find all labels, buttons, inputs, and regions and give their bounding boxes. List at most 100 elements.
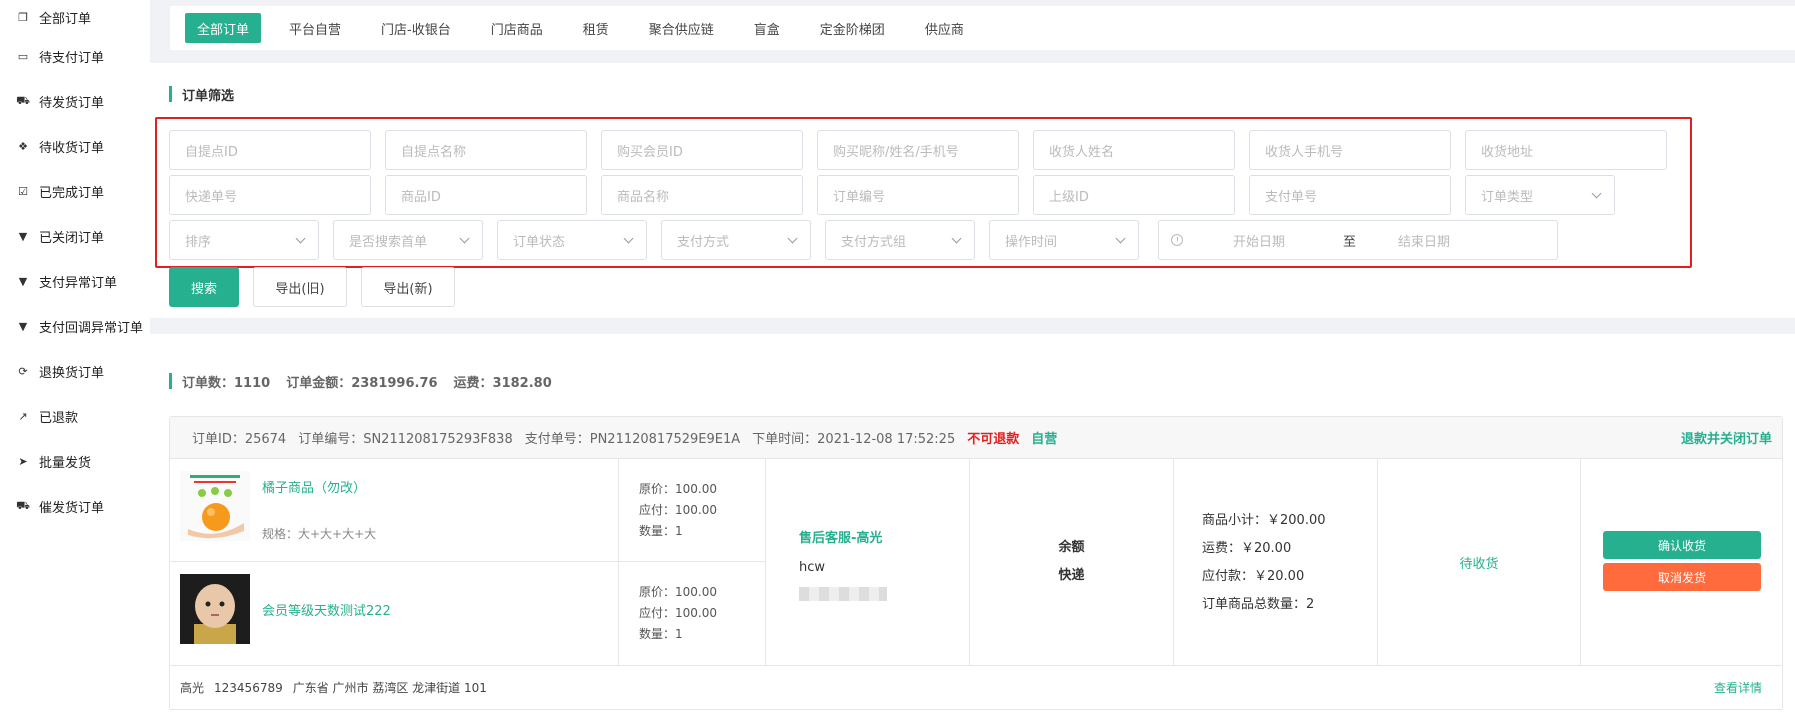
card-icon: ▭ <box>17 50 29 63</box>
tab-lease[interactable]: 租赁 <box>571 13 621 43</box>
order-id: 订单ID：25674 <box>192 432 287 447</box>
receiver-address: 广东省 广州市 荔湾区 龙津街道 101 <box>292 681 487 695</box>
sidebar-item-closed[interactable]: ▼ 已关闭订单 <box>0 214 150 259</box>
payable-price: 应付：100.00 <box>639 503 717 517</box>
member-id-input[interactable]: 购买会员ID <box>601 130 803 170</box>
operation-time-select[interactable]: 操作时间 <box>989 220 1139 260</box>
sidebar-item-label: 已关闭订单 <box>39 231 105 246</box>
product-id-input[interactable]: 商品ID <box>385 175 587 215</box>
filter-panel: 订单筛选 自提点ID 自提点名称 购买会员ID 购买昵称/姓名/手机号 收货人姓… <box>150 63 1795 318</box>
blurred-phone <box>799 587 887 601</box>
sidebar-item-returns[interactable]: ⟳ 退换货订单 <box>0 349 150 394</box>
sidebar-item-label: 已退款 <box>39 411 79 426</box>
receiver-name: 高光 <box>180 681 205 695</box>
search-button[interactable]: 搜索 <box>169 267 239 307</box>
product-name-link[interactable]: 橘子商品（勿改） <box>262 477 366 496</box>
tab-blind-box[interactable]: 盲盒 <box>742 13 792 43</box>
date-range-picker[interactable]: 开始日期 至 结束日期 <box>1158 220 1558 260</box>
product-price-cell: 原价：100.00 应付：100.00 数量：1 <box>618 562 766 665</box>
original-price: 原价：100.00 <box>639 585 717 599</box>
tab-supplier[interactable]: 供应商 <box>913 13 976 43</box>
cancel-shipment-button[interactable]: 取消发货 <box>1603 563 1761 591</box>
view-detail-link[interactable]: 查看详情 <box>1714 679 1762 696</box>
pickup-id-input[interactable]: 自提点ID <box>169 130 371 170</box>
dropbox-icon: ❖ <box>18 140 28 153</box>
tab-platform-self[interactable]: 平台自营 <box>277 13 353 43</box>
receiver-phone-input[interactable]: 收货人手机号 <box>1249 130 1451 170</box>
product-name-link[interactable]: 会员等级天数测试222 <box>262 600 391 619</box>
export-new-button[interactable]: 导出(新) <box>361 267 455 307</box>
tab-deposit-group[interactable]: 定金阶梯团 <box>808 13 897 43</box>
sidebar-item-payment-error[interactable]: ▼ 支付异常订单 <box>0 259 150 304</box>
order-no-input[interactable]: 订单编号 <box>817 175 1019 215</box>
tab-store-cashier[interactable]: 门店-收银台 <box>369 13 463 43</box>
order-type-select[interactable]: 订单类型 <box>1465 175 1615 215</box>
actions-cell: 确认收货 取消发货 <box>1581 459 1782 665</box>
cup-icon: ▼ <box>18 230 28 243</box>
pay-no-input[interactable]: 支付单号 <box>1249 175 1451 215</box>
sidebar-item-label: 待发货订单 <box>39 96 105 111</box>
product-spec: 规格：大+大+大+大 <box>262 527 377 541</box>
receiver-address-input[interactable]: 收货地址 <box>1465 130 1667 170</box>
copy-icon: ❐ <box>18 10 28 24</box>
product-row: 会员等级天数测试222 <box>170 562 618 665</box>
sidebar-item-completed[interactable]: ☑ 已完成订单 <box>0 169 150 214</box>
refund-close-link[interactable]: 退款并关闭订单 <box>1681 428 1772 447</box>
order-status-select[interactable]: 订单状态 <box>497 220 647 260</box>
order-card-body: 橘子商品（勿改） 规格：大+大+大+大 原价：100.00 应付：100.00 … <box>170 459 1782 665</box>
order-status: 待收货 <box>1378 459 1581 665</box>
sidebar-item-urge-ship[interactable]: ⛟ 催发货订单 <box>0 484 150 529</box>
truck-icon: ⛟ <box>16 499 30 512</box>
sidebar-item-pending-payment[interactable]: ▭ 待支付订单 <box>0 34 150 79</box>
order-stats: 订单数：1110 订单金额：2381996.76 运费：3182.80 <box>169 372 568 391</box>
pay-group-select[interactable]: 支付方式组 <box>825 220 975 260</box>
sidebar-item-callback-error[interactable]: ▼ 支付回调异常订单 <box>0 304 150 349</box>
sidebar-item-refunded[interactable]: ↗ 已退款 <box>0 394 150 439</box>
payable-amount: 应付款：￥20.00 <box>1202 569 1305 584</box>
order-type-tabs: 全部订单 平台自营 门店-收银台 门店商品 租赁 聚合供应链 盲盒 定金阶梯团 … <box>170 6 1795 50</box>
sidebar-item-label: 退换货订单 <box>39 366 105 381</box>
send-icon: ➤ <box>18 455 28 468</box>
check-square-icon: ☑ <box>18 185 28 198</box>
sort-select[interactable]: 排序 <box>169 220 319 260</box>
first-order-select[interactable]: 是否搜索首单 <box>333 220 483 260</box>
order-pay-sn: 支付单号：PN21120817529E9E1A <box>524 432 741 447</box>
end-date[interactable]: 结束日期 <box>1398 231 1450 250</box>
tab-store-goods[interactable]: 门店商品 <box>479 13 555 43</box>
sidebar-item-all-orders[interactable]: ❐ 全部订单 <box>0 0 150 34</box>
pay-method-select[interactable]: 支付方式 <box>661 220 811 260</box>
total-quantity: 订单商品总数量：2 <box>1202 597 1315 612</box>
order-card: 订单ID：25674 订单编号：SN211208175293F838 支付单号：… <box>169 416 1783 710</box>
express-no-input[interactable]: 快递单号 <box>169 175 371 215</box>
receiver-name-input[interactable]: 收货人姓名 <box>1033 130 1235 170</box>
sidebar: ❐ 全部订单 ▭ 待支付订单 ⛟ 待发货订单 ❖ 待收货订单 ☑ 已完成订单 ▼ 已关闭订单… <box>0 0 150 717</box>
sidebar-item-label: 全部订单 <box>39 11 92 27</box>
pickup-name-input[interactable]: 自提点名称 <box>385 130 587 170</box>
tab-all-orders[interactable]: 全部订单 <box>185 13 262 43</box>
sidebar-item-pending-shipment[interactable]: ⛟ 待发货订单 <box>0 79 150 124</box>
quantity: 数量：1 <box>639 627 683 641</box>
quantity: 数量：1 <box>639 524 683 538</box>
export-old-button[interactable]: 导出(旧) <box>253 267 347 307</box>
refund-flag-badge: 不可退款 <box>967 432 1020 447</box>
buyer-info-input[interactable]: 购买昵称/姓名/手机号 <box>817 130 1019 170</box>
product-name-input[interactable]: 商品名称 <box>601 175 803 215</box>
self-operated-badge: 自营 <box>1031 432 1058 447</box>
order-sn: 订单编号：SN211208175293F838 <box>298 432 513 447</box>
confirm-receipt-button[interactable]: 确认收货 <box>1603 531 1761 559</box>
refresh-icon: ⟳ <box>18 365 28 378</box>
start-date[interactable]: 开始日期 <box>1233 231 1323 250</box>
sidebar-item-batch-ship[interactable]: ➤ 批量发货 <box>0 439 150 484</box>
date-separator: 至 <box>1343 234 1357 250</box>
goods-subtotal: 商品小计：￥200.00 <box>1202 513 1326 528</box>
payable-price: 应付：100.00 <box>639 606 717 620</box>
cup-icon: ▼ <box>18 320 28 333</box>
sidebar-item-label: 支付异常订单 <box>39 276 118 291</box>
order-amount: 订单金额：2381996.76 <box>286 375 438 391</box>
original-price: 原价：100.00 <box>639 482 717 496</box>
tab-supply-chain[interactable]: 聚合供应链 <box>637 13 726 43</box>
figure-product-image <box>180 574 250 644</box>
product-row: 橘子商品（勿改） 规格：大+大+大+大 <box>170 459 618 562</box>
sidebar-item-pending-receipt[interactable]: ❖ 待收货订单 <box>0 124 150 169</box>
parent-id-input[interactable]: 上级ID <box>1033 175 1235 215</box>
